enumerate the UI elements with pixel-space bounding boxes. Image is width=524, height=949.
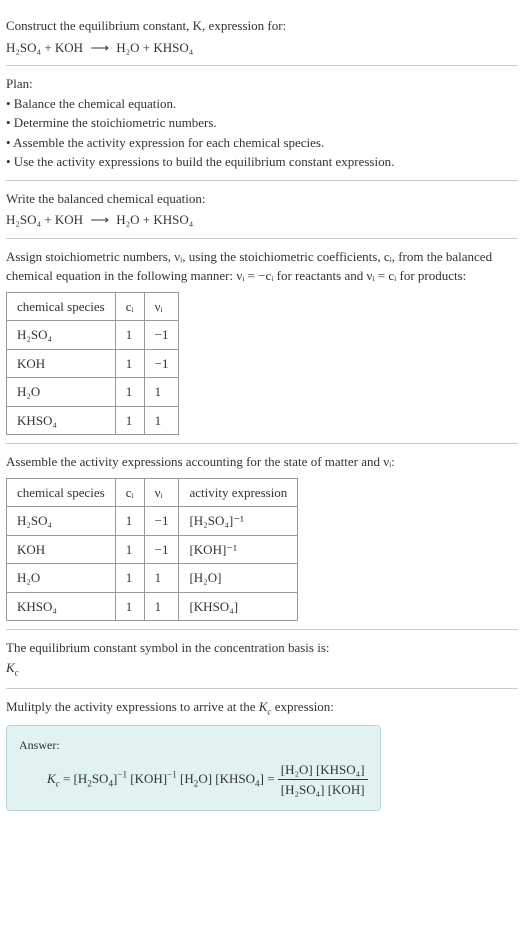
col-species: chemical species [7, 292, 116, 321]
cell-species: KOH [7, 535, 116, 564]
table-row: KHSO₄ 1 1 [7, 406, 179, 435]
cell-ci: 1 [115, 535, 144, 564]
answer-box: Answer: Kc = [H2SO4]−1 [KOH]−1 [H2O] [KH… [6, 725, 381, 811]
cell-expr: [H₂O] [179, 564, 298, 593]
cell-species: KHSO₄ [7, 592, 116, 621]
intro-section: Construct the equilibrium constant, K, e… [6, 8, 518, 66]
balanced-heading: Write the balanced chemical equation: [6, 189, 518, 209]
cell-species: KOH [7, 349, 116, 378]
cell-ci: 1 [115, 378, 144, 407]
stoich-table: chemical species cᵢ νᵢ H₂SO₄ 1 −1 KOH 1 … [6, 292, 179, 436]
activity-section: Assemble the activity expressions accoun… [6, 444, 518, 630]
cell-vi: −1 [144, 349, 179, 378]
activity-intro: Assemble the activity expressions accoun… [6, 452, 518, 472]
cell-expr: [H₂SO₄]⁻¹ [179, 507, 298, 536]
plan-bullet: • Assemble the activity expression for e… [6, 133, 518, 153]
col-vi: νᵢ [144, 478, 179, 507]
cell-species: KHSO₄ [7, 406, 116, 435]
cell-vi: −1 [144, 507, 179, 536]
fraction-num: [H₂O] [KHSO₄] [278, 760, 368, 781]
plan-section: Plan: • Balance the chemical equation. •… [6, 66, 518, 181]
answer-label: Answer: [19, 736, 368, 754]
cell-ci: 1 [115, 321, 144, 350]
cell-species: H₂SO₄ [7, 321, 116, 350]
col-expr: activity expression [179, 478, 298, 507]
fraction: [H₂O] [KHSO₄] [H₂SO₄] [KOH] [278, 760, 368, 800]
arrow-icon: ⟶ [90, 210, 109, 230]
stoich-intro: Assign stoichiometric numbers, νᵢ, using… [6, 247, 518, 286]
intro-line: Construct the equilibrium constant, K, e… [6, 16, 518, 36]
multiply-text: Mulitply the activity expressions to arr… [6, 697, 518, 719]
plan-bullet: • Determine the stoichiometric numbers. [6, 113, 518, 133]
cell-vi: −1 [144, 535, 179, 564]
cell-species: H₂O [7, 564, 116, 593]
cell-ci: 1 [115, 592, 144, 621]
cell-vi: 1 [144, 592, 179, 621]
table-row: H₂SO₄ 1 −1 [7, 321, 179, 350]
balanced-section: Write the balanced chemical equation: H₂… [6, 181, 518, 239]
cell-species: H₂SO₄ [7, 507, 116, 536]
cell-expr: [KOH]⁻¹ [179, 535, 298, 564]
symbol-section: The equilibrium constant symbol in the c… [6, 630, 518, 689]
eq-right: H₂O + KHSO₄ [116, 40, 193, 55]
col-vi: νᵢ [144, 292, 179, 321]
stoich-section: Assign stoichiometric numbers, νᵢ, using… [6, 239, 518, 445]
table-row: H₂SO₄ 1 −1 [H₂SO₄]⁻¹ [7, 507, 298, 536]
col-ci: cᵢ [115, 292, 144, 321]
cell-vi: 1 [144, 564, 179, 593]
plan-heading: Plan: [6, 74, 518, 94]
eq-left: H₂SO₄ + KOH [6, 212, 83, 227]
cell-ci: 1 [115, 349, 144, 378]
eq-right: H₂O + KHSO₄ [116, 212, 193, 227]
cell-vi: −1 [144, 321, 179, 350]
col-species: chemical species [7, 478, 116, 507]
answer-equation: Kc = [H2SO4]−1 [KOH]−1 [H2O] [KHSO4] = [… [19, 760, 368, 800]
plan-bullet: • Balance the chemical equation. [6, 94, 518, 114]
table-row: KOH 1 −1 [7, 349, 179, 378]
col-ci: cᵢ [115, 478, 144, 507]
cell-ci: 1 [115, 406, 144, 435]
intro-text: Construct the equilibrium constant, K, e… [6, 18, 286, 33]
table-header-row: chemical species cᵢ νᵢ activity expressi… [7, 478, 298, 507]
plan-bullet: • Use the activity expressions to build … [6, 152, 518, 172]
eq-left: H₂SO₄ + KOH [6, 40, 83, 55]
table-row: H₂O 1 1 [7, 378, 179, 407]
fraction-den: [H₂SO₄] [KOH] [278, 780, 368, 800]
intro-equation: H₂SO₄ + KOH ⟶ H₂O + KHSO₄ [6, 38, 518, 58]
balanced-equation: H₂SO₄ + KOH ⟶ H₂O + KHSO₄ [6, 210, 518, 230]
cell-species: H₂O [7, 378, 116, 407]
table-header-row: chemical species cᵢ νᵢ [7, 292, 179, 321]
table-row: H₂O 1 1 [H₂O] [7, 564, 298, 593]
cell-ci: 1 [115, 507, 144, 536]
symbol-text: The equilibrium constant symbol in the c… [6, 638, 518, 658]
arrow-icon: ⟶ [90, 38, 109, 58]
cell-expr: [KHSO₄] [179, 592, 298, 621]
cell-vi: 1 [144, 406, 179, 435]
multiply-section: Mulitply the activity expressions to arr… [6, 689, 518, 819]
cell-vi: 1 [144, 378, 179, 407]
table-row: KHSO₄ 1 1 [KHSO₄] [7, 592, 298, 621]
activity-table: chemical species cᵢ νᵢ activity expressi… [6, 478, 298, 622]
table-row: KOH 1 −1 [KOH]⁻¹ [7, 535, 298, 564]
kc-symbol: Kc [6, 658, 518, 680]
cell-ci: 1 [115, 564, 144, 593]
